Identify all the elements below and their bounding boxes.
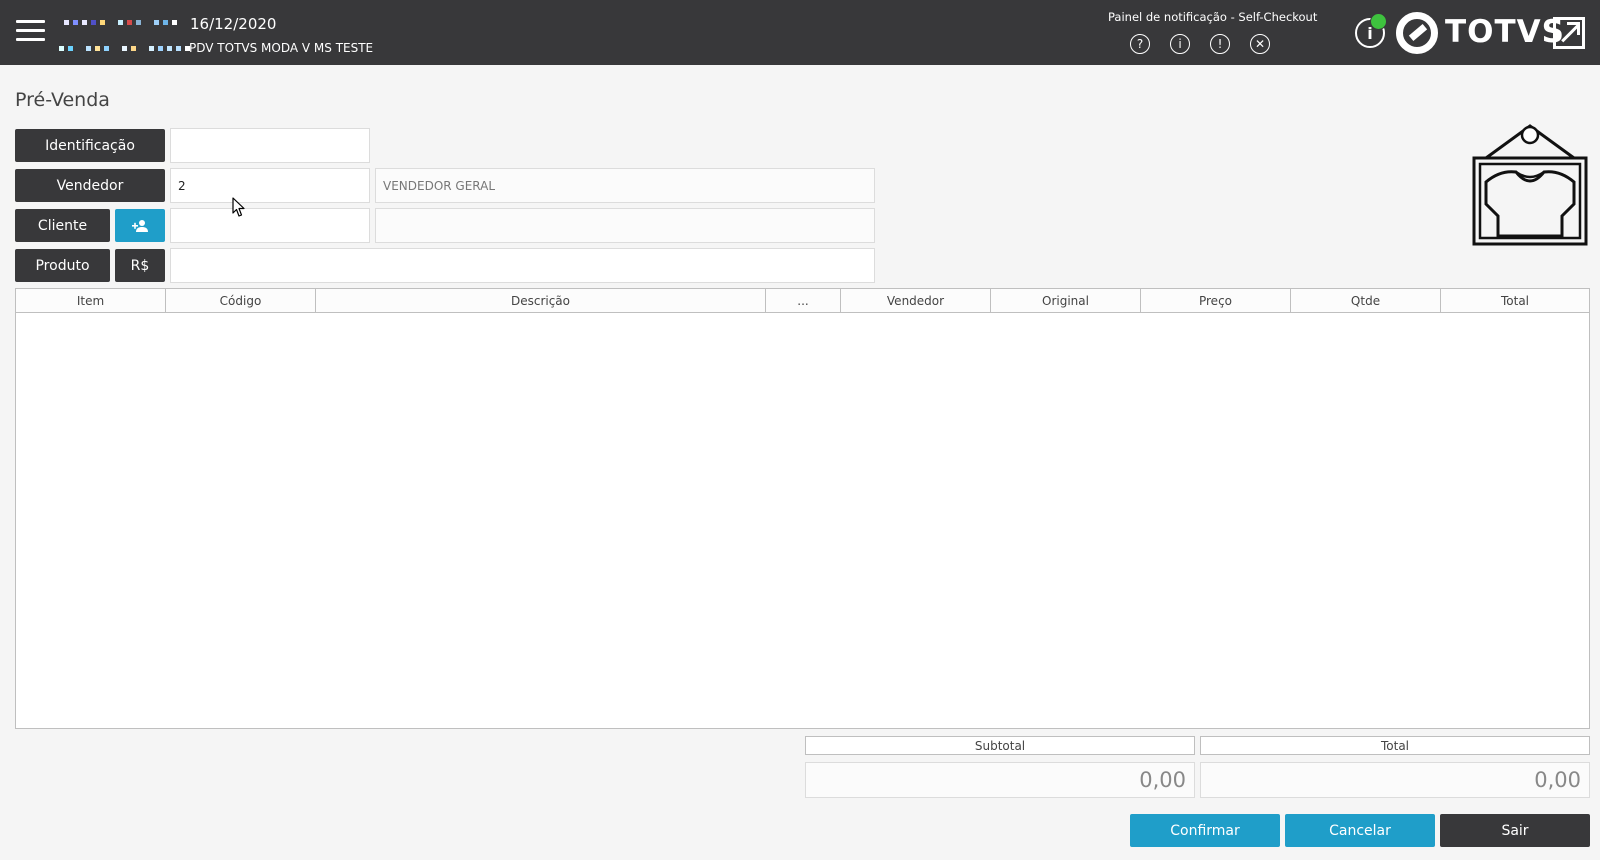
- header-store-name: PDV TOTVS MODA V MS TESTE: [189, 41, 374, 55]
- col-more[interactable]: ...: [766, 289, 841, 312]
- menu-icon[interactable]: [16, 20, 45, 42]
- col-preco[interactable]: Preço: [1141, 289, 1291, 312]
- error-icon[interactable]: ✕: [1250, 34, 1270, 54]
- produto-button[interactable]: Produto: [15, 249, 110, 282]
- col-qtde[interactable]: Qtde: [1291, 289, 1441, 312]
- subtotal-label: Subtotal: [805, 736, 1195, 755]
- expand-window-icon[interactable]: [1553, 17, 1585, 49]
- notification-icons: ? i ! ✕: [1130, 34, 1270, 54]
- cliente-name-field: [375, 208, 875, 243]
- notification-panel-title: Painel de notificação - Self-Checkout: [1108, 10, 1318, 24]
- col-item[interactable]: Item: [16, 289, 166, 312]
- obscured-text-dots: [59, 46, 190, 51]
- total-value: 0,00: [1200, 762, 1590, 798]
- col-vendedor[interactable]: Vendedor: [841, 289, 991, 312]
- col-original[interactable]: Original: [991, 289, 1141, 312]
- price-lookup-button[interactable]: R$: [115, 249, 165, 282]
- confirm-button[interactable]: Confirmar: [1130, 814, 1280, 847]
- grid-header: Item Código Descrição ... Vendedor Origi…: [16, 289, 1589, 313]
- cliente-code-input[interactable]: [170, 208, 370, 243]
- totvs-logo-icon: [1396, 12, 1438, 54]
- store-shirt-icon: [1472, 124, 1588, 246]
- mouse-cursor-icon: [232, 197, 245, 217]
- info-icon[interactable]: i: [1170, 34, 1190, 54]
- warning-icon[interactable]: !: [1210, 34, 1230, 54]
- top-bar: 16/12/2020 PDV TOTVS MODA V MS TESTE Pai…: [0, 0, 1600, 65]
- add-person-icon: [132, 219, 148, 232]
- add-client-button[interactable]: [115, 209, 165, 242]
- vendedor-code-input[interactable]: 2: [170, 168, 370, 203]
- cancel-button[interactable]: Cancelar: [1285, 814, 1435, 847]
- total-label: Total: [1200, 736, 1590, 755]
- cliente-button[interactable]: Cliente: [15, 209, 110, 242]
- page-title: Pré-Venda: [15, 89, 110, 111]
- identificacao-button[interactable]: Identificação: [15, 129, 165, 162]
- brand-logo-text: TOTVS: [1445, 14, 1565, 50]
- online-status-dot: [1370, 13, 1387, 30]
- identificacao-input[interactable]: [170, 128, 370, 163]
- vendedor-name-field: VENDEDOR GERAL: [375, 168, 875, 203]
- col-codigo[interactable]: Código: [166, 289, 316, 312]
- exit-button[interactable]: Sair: [1440, 814, 1590, 847]
- obscured-text-dots: [64, 20, 177, 25]
- subtotal-value: 0,00: [805, 762, 1195, 798]
- items-grid[interactable]: Item Código Descrição ... Vendedor Origi…: [15, 288, 1590, 729]
- produto-input[interactable]: [170, 248, 875, 283]
- header-date: 16/12/2020: [190, 15, 277, 33]
- vendedor-button[interactable]: Vendedor: [15, 169, 165, 202]
- help-icon[interactable]: ?: [1130, 34, 1150, 54]
- col-descricao[interactable]: Descrição: [316, 289, 766, 312]
- col-total[interactable]: Total: [1441, 289, 1589, 312]
